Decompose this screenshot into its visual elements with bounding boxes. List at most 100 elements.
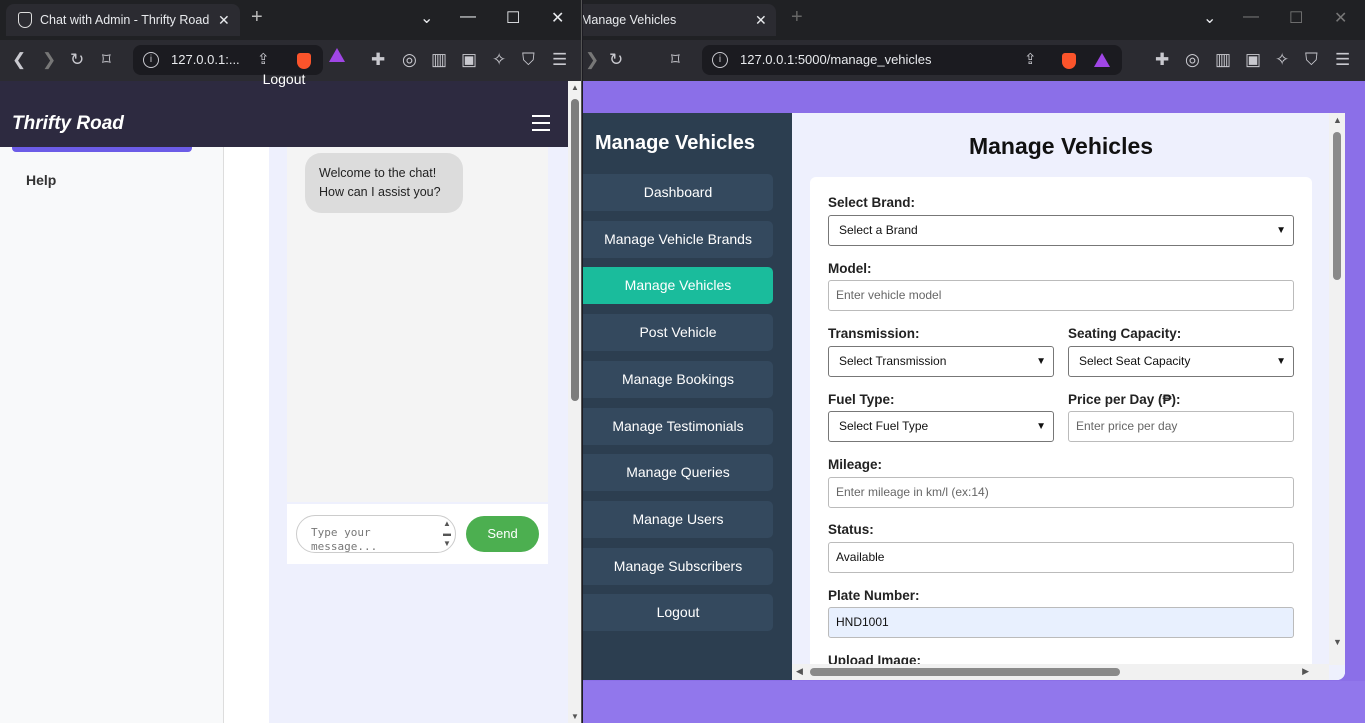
status-input[interactable]: Available [828,542,1294,573]
admin-frame: Manage Vehicles Dashboard Manage Vehicle … [583,113,1345,680]
mileage-label: Mileage: [828,457,883,472]
forward-icon[interactable]: ❯ [42,49,56,71]
nav-post-vehicle[interactable]: Post Vehicle [583,314,773,352]
brand-label: Select Brand: [828,195,916,210]
seating-label: Seating Capacity: [1068,326,1182,341]
vpn-shield-icon[interactable]: ⛉ [522,49,535,71]
close-window-icon[interactable]: ✕ [551,8,564,28]
page-scrollbar[interactable]: ▲ ▼ [568,81,581,723]
close-window-icon[interactable]: ✕ [1334,8,1347,28]
minimize-icon[interactable]: — [1243,8,1259,26]
send-button[interactable]: Send [466,516,539,552]
leo-icon[interactable]: ◎ [1185,49,1200,71]
sidebar-item-help[interactable]: Help [26,172,56,188]
fuel-label: Fuel Type: [828,392,895,407]
scroll-up-icon[interactable]: ▲ [1333,115,1342,125]
extensions-icon[interactable]: ✚ [1155,49,1169,71]
scrollbar-thumb[interactable] [810,668,1120,676]
fuel-select-value: Select Fuel Type [839,419,929,433]
close-tab-icon[interactable]: ✕ [755,4,767,36]
price-input[interactable]: Enter price per day [1068,411,1294,442]
scroll-up-icon[interactable]: ▲ [571,83,579,92]
forward-icon[interactable]: ❯ [585,49,599,71]
maximize-icon[interactable]: ☐ [506,8,520,28]
tab-strip: Chat with Admin - Thrifty Road ✕ + ⌄ — ☐… [0,0,581,40]
nav-logout[interactable]: Logout [583,594,773,632]
scrollbar-thumb[interactable] [1333,132,1341,280]
tab-chat-with-admin[interactable]: Chat with Admin - Thrifty Road ✕ [6,4,240,36]
nav-manage-vehicles[interactable]: Manage Vehicles [583,267,773,305]
chat-main: Welcome to the chat! How can I assist yo… [224,147,568,723]
frame-vertical-scrollbar[interactable]: ▲ ▼ [1329,113,1345,665]
bookmark-icon[interactable]: ⌑ [671,49,680,71]
chevron-down-icon: ▼ [1276,225,1286,236]
site-info-icon[interactable]: i [143,52,159,68]
share-icon[interactable]: ⇪ [1024,45,1037,75]
brand-select[interactable]: Select a Brand ▼ [828,215,1294,246]
brave-rewards-icon[interactable] [329,48,345,62]
minimize-icon[interactable]: — [460,8,476,26]
back-icon[interactable]: ❮ [12,49,26,71]
wallet-icon[interactable]: ▣ [1245,49,1261,71]
reload-icon[interactable]: ↻ [70,49,84,71]
brave-rewards-icon[interactable] [1094,53,1110,67]
status-label: Status: [828,522,874,537]
brave-shields-icon[interactable] [297,53,311,69]
tab-list-chevron-icon[interactable]: ⌄ [420,8,433,28]
seating-select[interactable]: Select Seat Capacity ▼ [1068,346,1294,377]
tab-strip: Manage Vehicles ✕ + ⌄ — ☐ ✕ [583,0,1365,40]
extensions-icon[interactable]: ✚ [371,49,385,71]
scroll-left-icon[interactable]: ◀ [796,666,803,677]
brave-shields-icon[interactable] [1062,53,1076,69]
hamburger-menu-icon[interactable] [532,115,550,131]
sidebar-toggle-icon[interactable]: ▥ [431,49,447,71]
maximize-icon[interactable]: ☐ [1289,8,1303,28]
reload-icon[interactable]: ↻ [609,49,623,71]
scrollbar-thumb[interactable] [571,99,579,401]
site-brand[interactable]: Thrifty Road [12,113,124,135]
nav-manage-users[interactable]: Manage Users [583,500,773,538]
nav-manage-testimonials[interactable]: Manage Testimonials [583,407,773,445]
plate-input[interactable]: HND1001 [828,607,1294,638]
tab-manage-vehicles[interactable]: Manage Vehicles ✕ [583,4,776,36]
browser-window-right: Manage Vehicles ✕ + ⌄ — ☐ ✕ ❯ ↻ ⌑ i 127.… [583,0,1365,723]
ai-sparkle-icon[interactable]: ✧ [492,49,506,71]
brave-tab-icon [18,12,32,28]
chat-container: Welcome to the chat! How can I assist yo… [269,147,568,723]
address-bar[interactable]: i 127.0.0.1:5000/manage_vehicles ⇪ [702,45,1122,75]
site-info-icon[interactable]: i [712,52,728,68]
tab-list-chevron-icon[interactable]: ⌄ [1203,8,1216,28]
tab-title: Manage Vehicles [583,13,677,27]
close-tab-icon[interactable]: ✕ [218,4,230,36]
new-tab-icon[interactable]: + [251,6,263,29]
scroll-down-icon[interactable]: ▼ [1333,637,1342,647]
menu-icon[interactable]: ☰ [1335,49,1350,71]
scroll-down-icon[interactable]: ▼ [571,712,579,721]
frame-horizontal-scrollbar[interactable]: ◀ ▶ [792,664,1329,680]
placeholder-line: Type your [311,526,371,539]
bookmark-icon[interactable]: ⌑ [102,49,111,71]
active-nav-item[interactable] [12,147,192,152]
transmission-select[interactable]: Select Transmission ▼ [828,346,1054,377]
model-input[interactable]: Enter vehicle model [828,280,1294,311]
menu-icon[interactable]: ☰ [552,49,567,71]
nav-manage-bookings[interactable]: Manage Bookings [583,360,773,398]
logout-link[interactable]: Logout [0,71,568,87]
new-tab-icon[interactable]: + [791,6,803,29]
vpn-shield-icon[interactable]: ⛉ [1305,49,1318,71]
scroll-right-icon[interactable]: ▶ [1302,666,1309,677]
leo-icon[interactable]: ◎ [402,49,417,71]
nav-manage-queries[interactable]: Manage Queries [583,454,773,492]
nav-dashboard[interactable]: Dashboard [583,174,773,211]
nav-manage-vehicle-brands[interactable]: Manage Vehicle Brands [583,220,773,258]
message-input[interactable]: Type your message... [296,515,456,553]
nav-manage-subscribers[interactable]: Manage Subscribers [583,547,773,585]
browser-window-left: Chat with Admin - Thrifty Road ✕ + ⌄ — ☐… [0,0,582,723]
fuel-select[interactable]: Select Fuel Type ▼ [828,411,1054,442]
ai-sparkle-icon[interactable]: ✧ [1275,49,1289,71]
wallet-icon[interactable]: ▣ [461,49,477,71]
mileage-input[interactable]: Enter mileage in km/l (ex:14) [828,477,1294,508]
brand-select-value: Select a Brand [839,223,918,237]
textarea-spinner-icon[interactable]: ▲ ▬ ▼ [443,519,451,549]
sidebar-toggle-icon[interactable]: ▥ [1215,49,1231,71]
